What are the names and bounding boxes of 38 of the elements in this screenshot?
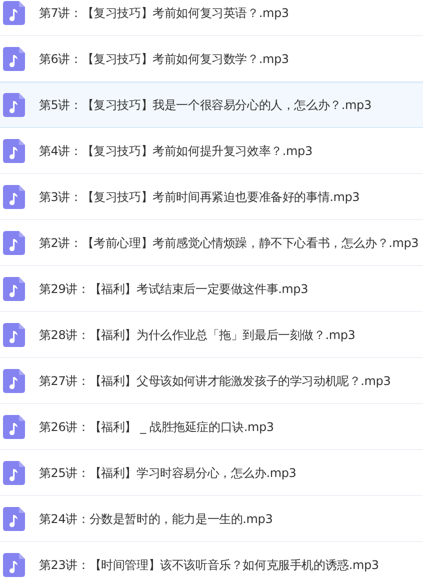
file-row[interactable]: 第27讲：【福利】父母该如何讲才能激发孩子的学习动机呢？.mp3 [0,358,423,404]
file-name: 第27讲：【福利】父母该如何讲才能激发孩子的学习动机呢？.mp3 [39,372,391,390]
audio-file-icon [3,47,25,71]
file-row[interactable]: 第25讲：【福利】学习时容易分心，怎么办.mp3 [0,450,423,496]
audio-file-icon [3,185,25,209]
audio-file-icon [3,415,25,439]
file-name: 第28讲：【福利】为什么作业总「拖」到最后一刻做？.mp3 [39,326,356,344]
audio-file-icon [3,139,25,163]
file-row[interactable]: 第7讲：【复习技巧】考前如何复习英语？.mp3 [0,0,423,36]
file-name: 第7讲：【复习技巧】考前如何复习英语？.mp3 [39,4,289,22]
file-row[interactable]: 第23讲：【时间管理】该不该听音乐？如何克服手机的诱惑.mp3 [0,542,423,579]
file-name: 第24讲：分数是暂时的，能力是一生的.mp3 [39,510,273,528]
audio-file-icon [3,231,25,255]
file-row[interactable]: 第5讲：【复习技巧】我是一个很容易分心的人，怎么办？.mp3 [0,82,423,128]
file-row[interactable]: 第29讲：【福利】考试结束后一定要做这件事.mp3 [0,266,423,312]
file-name: 第26讲：【福利】 _ 战胜拖延症的口诀.mp3 [39,418,274,436]
file-name: 第3讲：【复习技巧】考前时间再紧迫也要准备好的事情.mp3 [39,188,360,206]
audio-file-icon [3,277,25,301]
file-name: 第4讲：【复习技巧】考前如何提升复习效率？.mp3 [39,142,312,160]
audio-file-icon [3,553,25,577]
file-row[interactable]: 第26讲：【福利】 _ 战胜拖延症的口诀.mp3 [0,404,423,450]
file-row[interactable]: 第4讲：【复习技巧】考前如何提升复习效率？.mp3 [0,128,423,174]
file-row[interactable]: 第3讲：【复习技巧】考前时间再紧迫也要准备好的事情.mp3 [0,174,423,220]
audio-file-icon [3,461,25,485]
file-row[interactable]: 第24讲：分数是暂时的，能力是一生的.mp3 [0,496,423,542]
audio-file-icon [3,1,25,25]
audio-file-icon [3,93,25,117]
file-name: 第29讲：【福利】考试结束后一定要做这件事.mp3 [39,280,308,298]
file-name: 第2讲：【考前心理】考前感觉心情烦躁，静不下心看书，怎么办？.mp3 [39,234,419,252]
file-row[interactable]: 第28讲：【福利】为什么作业总「拖」到最后一刻做？.mp3 [0,312,423,358]
file-row[interactable]: 第2讲：【考前心理】考前感觉心情烦躁，静不下心看书，怎么办？.mp3 [0,220,423,266]
audio-file-icon [3,507,25,531]
file-name: 第5讲：【复习技巧】我是一个很容易分心的人，怎么办？.mp3 [39,96,372,114]
audio-file-icon [3,369,25,393]
file-name: 第6讲：【复习技巧】考前如何复习数学？.mp3 [39,50,289,68]
file-name: 第25讲：【福利】学习时容易分心，怎么办.mp3 [39,464,296,482]
file-name: 第23讲：【时间管理】该不该听音乐？如何克服手机的诱惑.mp3 [39,556,379,574]
audio-file-icon [3,323,25,347]
